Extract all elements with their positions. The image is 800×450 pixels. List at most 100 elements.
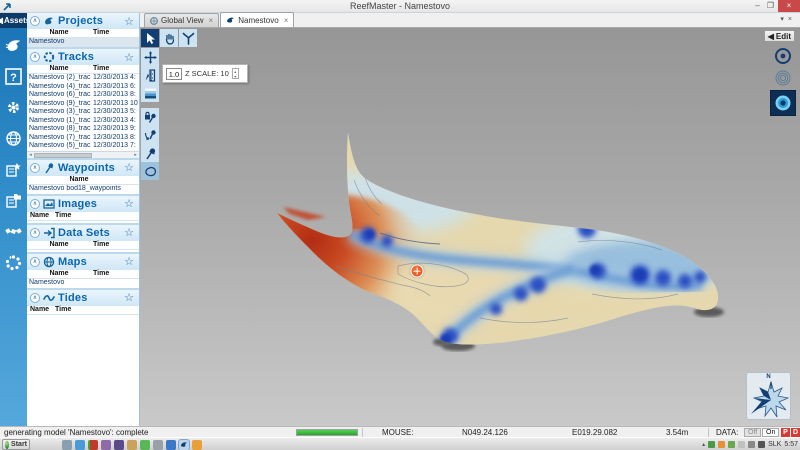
track-row[interactable]: Namestovo (4)_trac 12/30/2013 6: <box>27 83 139 92</box>
start-button[interactable]: Start <box>2 439 30 450</box>
scroll-left-icon[interactable]: ◂ <box>27 152 34 159</box>
tab-global-view[interactable]: Global View × <box>144 13 219 27</box>
favorite-star-icon[interactable]: ☆ <box>124 226 134 239</box>
move-waypoint-button[interactable] <box>141 126 159 144</box>
settings-gear-icon[interactable] <box>5 98 23 116</box>
panel-datasets-header[interactable]: ∧ Data Sets ☆ <box>27 225 139 241</box>
record-d-button[interactable]: D <box>791 428 800 437</box>
map-viewport[interactable]: 1.0 Z SCALE: 10 ▴▾ ◀ Edit N <box>140 28 800 426</box>
collapse-icon[interactable]: ∧ <box>30 163 40 173</box>
loader-ring-icon[interactable] <box>5 253 23 271</box>
z-scale-ruler-button[interactable] <box>141 66 159 84</box>
taskbar-app-11[interactable] <box>192 440 202 450</box>
z-scale-value-input[interactable]: 1.0 <box>166 68 182 80</box>
close-button[interactable]: × <box>778 0 800 12</box>
help-icon[interactable]: ? <box>5 67 23 85</box>
library-star-icon[interactable] <box>5 160 23 178</box>
panel-tracks-header[interactable]: ∧ Tracks ☆ <box>27 49 139 65</box>
scrollbar-thumb[interactable] <box>34 153 92 158</box>
waypoints-column-headers[interactable]: Name <box>27 176 139 185</box>
track-row[interactable]: Namestovo (8)_trac 12/30/2013 9: <box>27 125 139 134</box>
collapse-icon[interactable]: ∧ <box>30 16 40 26</box>
collapse-icon[interactable]: ∧ <box>30 257 40 267</box>
taskbar-app-2[interactable] <box>75 440 85 450</box>
track-row[interactable]: Namestovo (1)_trac 12/30/2013 4: <box>27 117 139 126</box>
tracks-horizontal-scrollbar[interactable]: ◂ ▸ <box>27 151 139 158</box>
taskbar-app-9[interactable] <box>166 440 176 450</box>
panel-tides-header[interactable]: ∧ Tides ☆ <box>27 290 139 306</box>
tray-volume-icon[interactable] <box>758 441 765 448</box>
panel-projects-header[interactable]: ∧ Projects ☆ <box>27 13 139 29</box>
collapse-icon[interactable]: ∧ <box>30 293 40 303</box>
taskbar-app-5[interactable] <box>114 440 124 450</box>
favorite-star-icon[interactable]: ☆ <box>124 291 134 304</box>
tab-close-icon[interactable]: × <box>284 16 289 25</box>
taskbar-app-1[interactable] <box>62 440 72 450</box>
tab-namestovo[interactable]: Namestovo × <box>220 12 294 27</box>
shark-logo-icon[interactable] <box>5 36 23 54</box>
track-row[interactable]: Namestovo (2)_trac 12/30/2013 4: <box>27 74 139 83</box>
minimize-button[interactable]: – <box>751 0 764 12</box>
restore-button[interactable]: ❐ <box>764 0 777 12</box>
z-scale-spinner[interactable]: ▴▾ <box>232 68 239 79</box>
data-on-button[interactable]: On <box>762 428 779 437</box>
favorite-star-icon[interactable]: ☆ <box>124 255 134 268</box>
data-off-button[interactable]: Off <box>744 428 761 437</box>
taskbar-app-7[interactable] <box>140 440 150 450</box>
tray-app-icon[interactable] <box>728 441 735 448</box>
tray-language[interactable]: SLK <box>768 441 781 448</box>
tray-network-icon[interactable] <box>748 441 755 448</box>
panel-maps-header[interactable]: ∧ Maps ☆ <box>27 254 139 270</box>
target-view-button[interactable] <box>774 46 793 65</box>
scroll-right-icon[interactable]: ▸ <box>132 152 139 159</box>
track-row[interactable]: Namestovo (3)_trac 12/30/2013 5: <box>27 108 139 117</box>
globe-icon[interactable] <box>5 129 23 147</box>
images-column-headers[interactable]: Name Time <box>27 212 139 221</box>
rings-view-button[interactable] <box>774 68 793 87</box>
tray-expand-icon[interactable]: ▴ <box>702 441 705 448</box>
region-shape-button[interactable] <box>141 162 159 180</box>
library-folder-icon[interactable] <box>5 191 23 209</box>
projects-column-headers[interactable]: Name Time <box>27 29 139 38</box>
collapse-icon[interactable]: ∧ <box>30 228 40 238</box>
tray-update-icon[interactable] <box>718 441 725 448</box>
waypoint-row[interactable]: Namestovo bod18_waypoints <box>27 185 139 194</box>
tray-clock[interactable]: 5:57 <box>784 441 798 448</box>
taskbar-app-4[interactable] <box>101 440 111 450</box>
track-tool-button[interactable] <box>179 29 197 47</box>
tab-close-icon[interactable]: × <box>209 16 214 25</box>
taskbar-app-6[interactable] <box>127 440 137 450</box>
tray-shield-icon[interactable] <box>708 441 715 448</box>
move-model-button[interactable] <box>141 48 159 66</box>
orb-view-button[interactable] <box>770 90 796 116</box>
map-marker[interactable] <box>411 265 424 278</box>
tides-column-headers[interactable]: Name Time <box>27 306 139 315</box>
tab-overflow-controls[interactable]: ▾× <box>780 15 796 23</box>
favorite-star-icon[interactable]: ☆ <box>124 15 134 28</box>
maps-column-headers[interactable]: Name Time <box>27 270 139 279</box>
track-row[interactable]: Namestovo (9)_trac 12/30/2013 10 <box>27 100 139 109</box>
depth-shading-button[interactable] <box>141 84 159 102</box>
add-waypoint-button[interactable] <box>141 144 159 162</box>
track-row[interactable]: Namestovo (6)_trac 12/30/2013 8: <box>27 91 139 100</box>
project-row[interactable]: Namestovo <box>27 38 139 47</box>
panel-images-header[interactable]: ∧ Images ☆ <box>27 196 139 212</box>
tray-flag-icon[interactable] <box>738 441 745 448</box>
collapse-icon[interactable]: ∧ <box>30 199 40 209</box>
select-cursor-button[interactable] <box>141 29 159 47</box>
taskbar-app-3[interactable] <box>88 440 98 450</box>
favorite-star-icon[interactable]: ☆ <box>124 197 134 210</box>
favorite-star-icon[interactable]: ☆ <box>124 51 134 64</box>
tracks-column-headers[interactable]: Name Time <box>27 65 139 74</box>
lock-pin-button[interactable] <box>141 108 159 126</box>
track-row[interactable]: Namestovo (5)_trac 12/30/2013 7: <box>27 142 139 151</box>
track-row[interactable]: Namestovo (7)_trac 12/30/2013 8: <box>27 134 139 143</box>
pan-hand-button[interactable] <box>160 29 178 47</box>
favorite-star-icon[interactable]: ☆ <box>124 161 134 174</box>
satellite-icon[interactable] <box>5 222 23 240</box>
datasets-column-headers[interactable]: Name Time <box>27 241 139 250</box>
map-row[interactable]: Namestovo <box>27 279 139 288</box>
collapse-icon[interactable]: ∧ <box>30 52 40 62</box>
record-p-button[interactable]: P <box>781 428 790 437</box>
compass-rose[interactable]: N <box>746 372 791 420</box>
